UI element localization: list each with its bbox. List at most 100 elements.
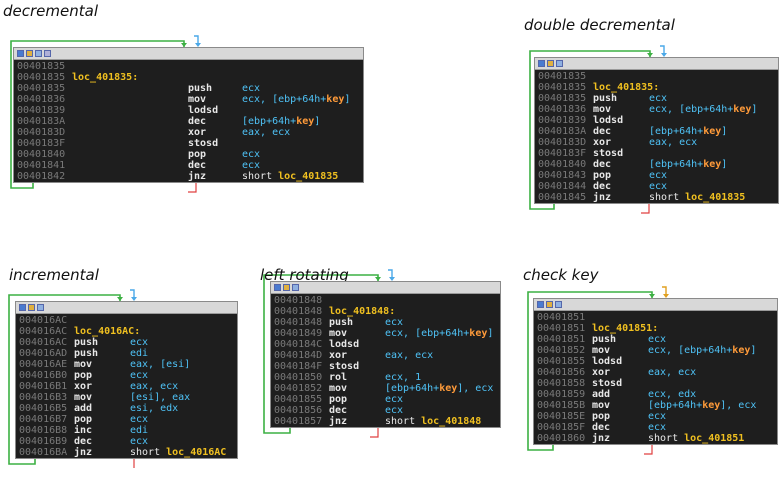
asm-line[interactable]: 0040183A dec [ebp+64h+key] [535, 126, 778, 137]
loop-label[interactable]: loc_401835: [72, 72, 138, 83]
mnemonic: stosd [592, 378, 623, 389]
asm-line[interactable]: 004016AE mov eax, [esi] [16, 359, 237, 370]
asm-line[interactable]: 004016B9 dec ecx [16, 436, 237, 447]
grid-icon[interactable] [44, 50, 51, 57]
mnemonic: stosd [188, 138, 219, 149]
address: 00401859 [537, 389, 586, 400]
asm-line[interactable]: 004016AD push edi [16, 348, 237, 359]
asm-line[interactable]: 00401858 stosd [534, 378, 777, 389]
graph-icon[interactable] [17, 50, 24, 57]
asm-line[interactable]: 004016B3 mov [esi], eax [16, 392, 237, 403]
mnemonic: pop [74, 370, 93, 381]
asm-line[interactable]: 00401835 push ecx [14, 83, 363, 94]
list-icon[interactable] [556, 60, 563, 67]
asm-line[interactable]: 00401848 [271, 295, 500, 306]
asm-line[interactable]: 00401855 pop ecx [271, 394, 500, 405]
asm-line[interactable]: 00401857 jnz short loc_401848 [271, 416, 500, 427]
asm-line[interactable]: 00401835 loc_401835: [535, 82, 778, 93]
list-icon[interactable] [292, 284, 299, 291]
asm-line[interactable]: 00401860 jnz short loc_401851 [534, 433, 777, 444]
asm-line[interactable]: 00401855 lodsd [534, 356, 777, 367]
asm-line[interactable]: 00401836 mov ecx, [ebp+64h+key] [14, 94, 363, 105]
graph-icon[interactable] [538, 60, 545, 67]
asm-line[interactable]: 00401851 loc_401851: [534, 323, 777, 334]
asm-line[interactable]: 00401850 rol ecx, 1 [271, 372, 500, 383]
asm-line[interactable]: 00401839 lodsd [14, 105, 363, 116]
asm-line[interactable]: 0040185B mov [ebp+64h+key], ecx [534, 400, 777, 411]
asm-line[interactable]: 00401840 dec [ebp+64h+key] [535, 159, 778, 170]
graph-icon[interactable] [537, 301, 544, 308]
asm-line[interactable]: 0040185F dec ecx [534, 422, 777, 433]
asm-line[interactable]: 004016AC push ecx [16, 337, 237, 348]
asm-line[interactable]: 00401835 [535, 71, 778, 82]
address: 0040183D [538, 137, 587, 148]
asm-line[interactable]: 00401849 mov ecx, [ebp+64h+key] [271, 328, 500, 339]
code-block-incremental[interactable]: 004016AC 004016AC loc_4016AC: 004016AC push e… [15, 301, 238, 459]
code-block-left-rotating[interactable]: 00401848 00401848 loc_401848: 00401848 push e… [270, 281, 501, 428]
graph-icon[interactable] [19, 304, 26, 311]
asm-line[interactable]: 004016B7 pop ecx [16, 414, 237, 425]
loop-label[interactable]: loc_4016AC: [74, 326, 140, 337]
operands: ecx [242, 160, 261, 171]
block-toolbar [271, 282, 500, 294]
asm-line[interactable]: 0040184C lodsd [271, 339, 500, 350]
asm-line[interactable]: 00401851 [534, 312, 777, 323]
operands: [esi], eax [130, 392, 191, 403]
loop-label[interactable]: loc_401835: [593, 82, 659, 93]
asm-line[interactable]: 004016B5 add esi, edx [16, 403, 237, 414]
asm-line[interactable]: 00401840 pop ecx [14, 149, 363, 160]
asm-line[interactable]: 00401835 push ecx [535, 93, 778, 104]
list-icon[interactable] [37, 304, 44, 311]
edit-icon[interactable] [26, 50, 33, 57]
code-block-decremental[interactable]: 00401835 00401835 loc_401835: 00401835 push e… [13, 47, 364, 183]
list-icon[interactable] [35, 50, 42, 57]
asm-line[interactable]: 00401848 loc_401848: [271, 306, 500, 317]
loop-label[interactable]: loc_401848: [329, 306, 395, 317]
edit-icon[interactable] [28, 304, 35, 311]
asm-line[interactable]: 00401839 lodsd [535, 115, 778, 126]
list-icon[interactable] [555, 301, 562, 308]
asm-line[interactable]: 00401859 add ecx, edx [534, 389, 777, 400]
asm-line[interactable]: 0040185E pop ecx [534, 411, 777, 422]
asm-line[interactable]: 00401848 push ecx [271, 317, 500, 328]
edit-icon[interactable] [283, 284, 290, 291]
asm-line[interactable]: 00401841 dec ecx [14, 160, 363, 171]
asm-line[interactable]: 00401852 mov ecx, [ebp+64h+key] [534, 345, 777, 356]
entry-arrow-icon [662, 286, 667, 296]
asm-line[interactable]: 00401852 mov [ebp+64h+key], ecx [271, 383, 500, 394]
asm-line[interactable]: 00401835 [14, 61, 363, 72]
address: 00401840 [17, 149, 66, 160]
mnemonic: dec [592, 422, 611, 433]
asm-line[interactable]: 00401851 push ecx [534, 334, 777, 345]
asm-line[interactable]: 00401843 pop ecx [535, 170, 778, 181]
code-block-double-decremental[interactable]: 00401835 00401835 loc_401835: 00401835 push e… [534, 57, 779, 204]
address: 0040184D [274, 350, 323, 361]
asm-line[interactable]: 0040184D xor eax, ecx [271, 350, 500, 361]
asm-line[interactable]: 00401836 mov ecx, [ebp+64h+key] [535, 104, 778, 115]
loop-label[interactable]: loc_401851: [592, 323, 658, 334]
asm-line[interactable]: 0040183F stosd [535, 148, 778, 159]
asm-line[interactable]: 00401856 dec ecx [271, 405, 500, 416]
asm-line[interactable]: 00401845 jnz short loc_401835 [535, 192, 778, 203]
asm-line[interactable]: 004016AC [16, 315, 237, 326]
asm-line[interactable]: 004016BA jnz short loc_4016AC [16, 447, 237, 458]
asm-line[interactable]: 00401856 xor eax, ecx [534, 367, 777, 378]
edit-icon[interactable] [546, 301, 553, 308]
asm-line[interactable]: 00401842 jnz short loc_401835 [14, 171, 363, 182]
edit-icon[interactable] [547, 60, 554, 67]
asm-line[interactable]: 004016B0 pop ecx [16, 370, 237, 381]
asm-line[interactable]: 004016AC loc_4016AC: [16, 326, 237, 337]
asm-line[interactable]: 00401844 dec ecx [535, 181, 778, 192]
asm-line[interactable]: 0040184F stosd [271, 361, 500, 372]
code-block-check-key[interactable]: 00401851 00401851 loc_401851: 00401851 push e… [533, 298, 778, 445]
graph-icon[interactable] [274, 284, 281, 291]
mnemonic: dec [74, 436, 93, 447]
asm-line[interactable]: 00401835 loc_401835: [14, 72, 363, 83]
asm-line[interactable]: 0040183A dec [ebp+64h+key] [14, 116, 363, 127]
address: 00401843 [538, 170, 587, 181]
asm-line[interactable]: 004016B1 xor eax, ecx [16, 381, 237, 392]
asm-line[interactable]: 0040183D xor eax, ecx [14, 127, 363, 138]
asm-line[interactable]: 0040183F stosd [14, 138, 363, 149]
asm-line[interactable]: 0040183D xor eax, ecx [535, 137, 778, 148]
asm-line[interactable]: 004016B8 inc edi [16, 425, 237, 436]
